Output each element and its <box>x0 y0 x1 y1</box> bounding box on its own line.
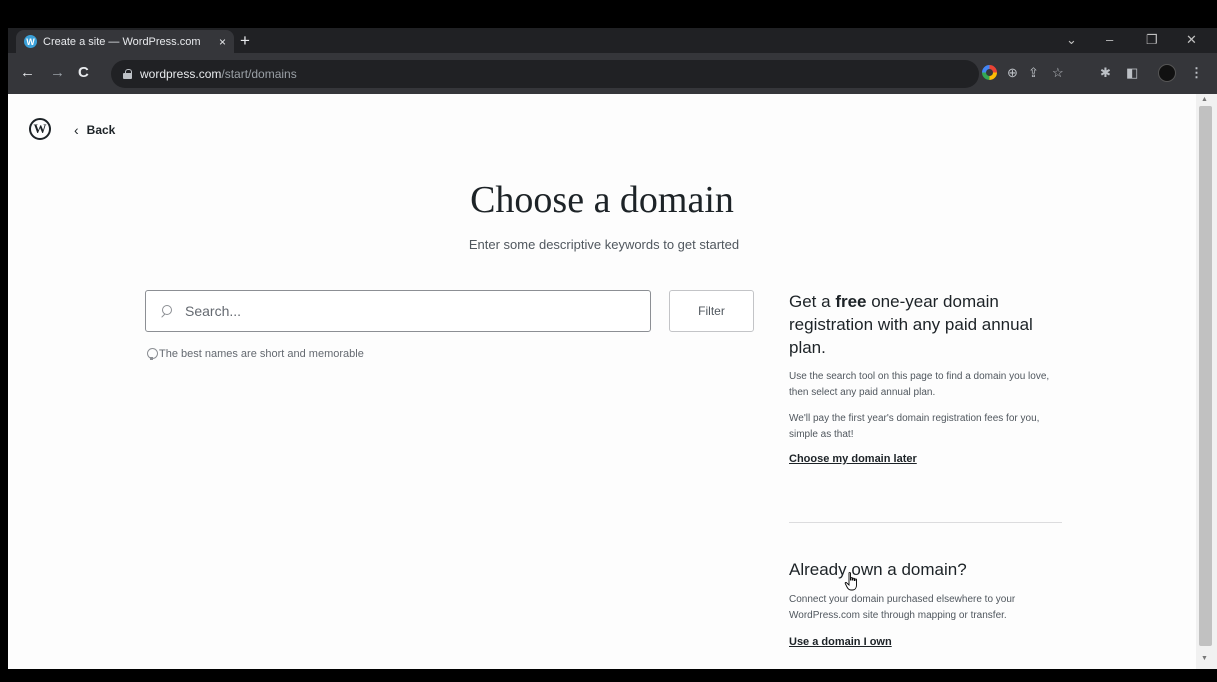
search-icon <box>160 304 173 318</box>
promo-paragraph-2: We'll pay the first year's domain regist… <box>789 413 1040 440</box>
side-panel-icon[interactable]: ◧ <box>1126 66 1138 79</box>
lock-icon[interactable] <box>123 69 132 79</box>
scroll-down-icon[interactable]: ▼ <box>1201 655 1208 662</box>
page-subtitle: Enter some descriptive keywords to get s… <box>468 237 740 252</box>
extensions-puzzle-icon[interactable]: ✱ <box>1100 66 1111 79</box>
back-arrow-icon[interactable]: ← <box>20 65 35 80</box>
hint-text: The best names are short and memorable <box>159 348 364 360</box>
url-host: wordpress.com <box>140 67 222 81</box>
url-path: /start/domains <box>221 67 297 81</box>
web-page: W ‹ Back Choose a domain Enter some desc… <box>8 94 1196 669</box>
share-icon[interactable]: ⇪ <box>1028 66 1039 79</box>
google-icon[interactable] <box>982 65 997 80</box>
promo-heading: Get a free one-year domain registration … <box>789 292 1033 357</box>
address-bar[interactable]: wordpress.com/start/domains <box>111 60 979 88</box>
scrollbar-thumb[interactable] <box>1199 106 1212 646</box>
screen: W Create a site — WordPress.com × + ⌄ – … <box>0 0 1217 682</box>
tab-close-icon[interactable]: × <box>219 35 226 49</box>
wordpress-logo-icon[interactable]: W <box>29 118 51 140</box>
browser-tab[interactable]: W Create a site — WordPress.com × <box>16 30 234 53</box>
reload-icon[interactable]: C <box>78 65 89 80</box>
own-domain-heading: Already own a domain? <box>789 560 967 579</box>
free-domain-promo: Get a free one-year domain registration … <box>789 290 1069 467</box>
page-scrollbar[interactable]: ▲ ▼ <box>1196 94 1217 669</box>
browser-tab-bar: W Create a site — WordPress.com × + ⌄ – … <box>8 28 1217 53</box>
use-own-domain-link[interactable]: Use a domain I own <box>789 636 892 648</box>
bookmark-star-icon[interactable]: ☆ <box>1052 66 1064 79</box>
lightbulb-icon <box>147 348 158 360</box>
restore-button[interactable]: ❐ <box>1146 32 1158 48</box>
scroll-up-icon[interactable]: ▲ <box>1201 96 1208 103</box>
menu-kebab-icon[interactable]: ⋮ <box>1190 66 1203 79</box>
browser-toolbar: ← → C wordpress.com/start/domains ⊕ ⇪ ☆ … <box>8 53 1217 94</box>
promo-paragraph-1: Use the search tool on this page to find… <box>789 371 1050 398</box>
section-divider <box>789 522 1062 523</box>
search-hint: The best names are short and memorable <box>147 348 364 360</box>
page-title: Choose a domain <box>470 179 734 221</box>
domain-search-input[interactable] <box>185 303 625 319</box>
choose-domain-later-link[interactable]: Choose my domain later <box>789 453 917 465</box>
own-domain-paragraph: Connect your domain purchased elsewhere … <box>789 594 1016 621</box>
install-app-icon[interactable]: ⊕ <box>1007 66 1018 79</box>
tab-title: Create a site — WordPress.com <box>43 35 201 48</box>
tab-search-icon[interactable]: ⌄ <box>1066 32 1077 48</box>
wordpress-favicon-icon: W <box>24 35 37 48</box>
domain-search-box[interactable] <box>145 290 651 332</box>
filter-button[interactable]: Filter <box>669 290 754 332</box>
new-tab-button[interactable]: + <box>240 32 250 49</box>
back-button[interactable]: ‹ Back <box>74 122 115 138</box>
chevron-left-icon: ‹ <box>74 122 79 138</box>
profile-avatar[interactable] <box>1158 64 1176 82</box>
back-label: Back <box>86 123 116 137</box>
minimize-button[interactable]: – <box>1106 32 1113 47</box>
hand-cursor-icon <box>844 572 857 591</box>
forward-arrow-icon[interactable]: → <box>50 65 65 80</box>
own-domain-section: Already own a domain? Connect your domai… <box>789 560 1069 650</box>
close-window-button[interactable]: ✕ <box>1186 32 1197 48</box>
